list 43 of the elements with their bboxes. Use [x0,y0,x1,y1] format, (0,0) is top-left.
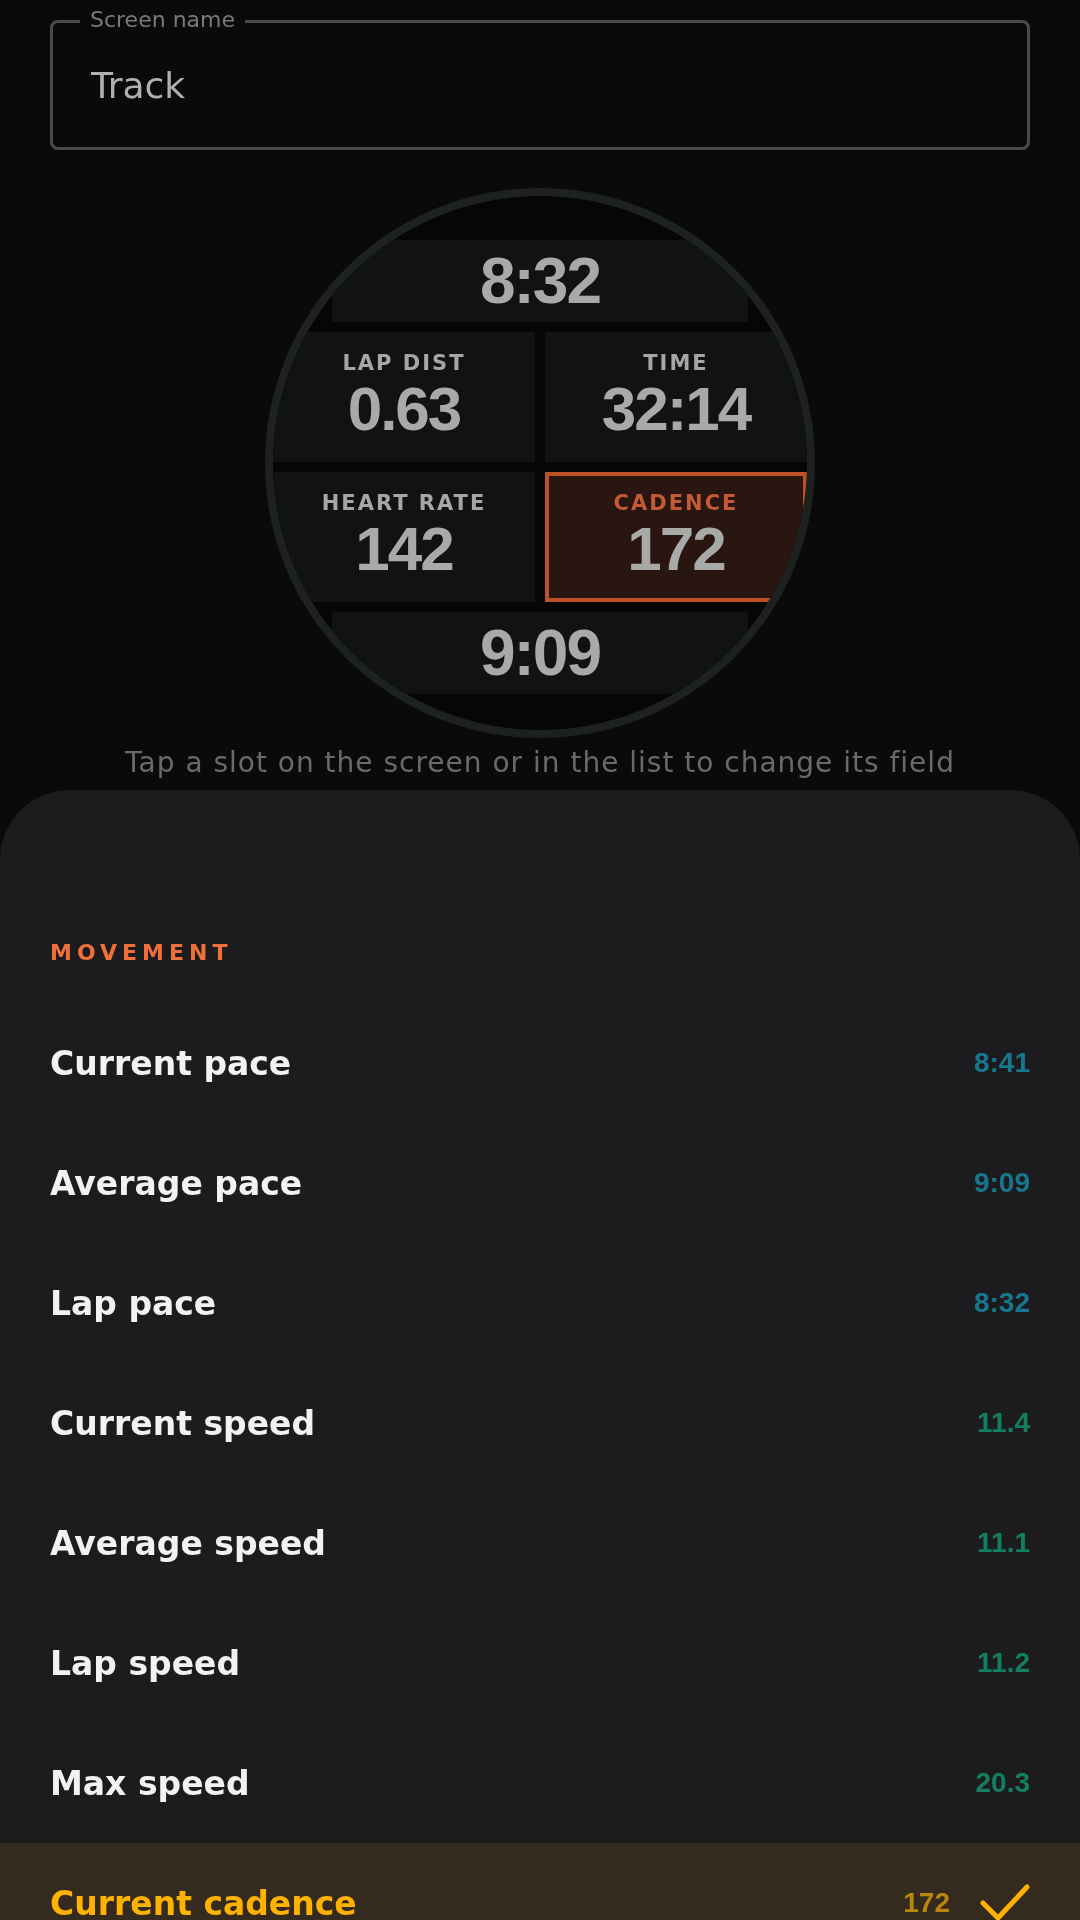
field-value: 11.2 [977,1647,1030,1679]
watch-slot[interactable]: 9:09 [331,612,749,694]
field-value: 8:32 [973,1287,1030,1319]
slot-value: 32:14 [601,374,751,444]
field-option[interactable]: Current pace 8:41 [0,1003,1080,1123]
field-option[interactable]: Average speed 11.1 [0,1483,1080,1603]
field-value: 11.4 [977,1407,1030,1439]
hint-text: Tap a slot on the screen or in the list to change its field [125,746,955,779]
field-name: Current cadence [50,1883,358,1920]
watch-slot[interactable]: CADENCE 172 [545,472,807,602]
watch-slot[interactable]: LAP DIST 0.63 [273,332,535,462]
field-value: 172 [903,1887,950,1919]
watch-slot[interactable]: 8:32 [331,240,749,322]
slot-label: HEART RATE [321,490,487,515]
field-name: Current speed [50,1403,317,1443]
field-value: 8:41 [973,1047,1030,1079]
slot-value: 0.63 [347,374,461,444]
slot-label: TIME [643,350,709,375]
field-value: 11.1 [977,1527,1030,1559]
field-option[interactable]: Current speed 11.4 [0,1363,1080,1483]
field-value: 20.3 [975,1767,1030,1799]
slot-value: 142 [355,514,453,584]
field-name: Average speed [50,1523,327,1563]
watch-slot[interactable]: TIME 32:14 [545,332,807,462]
field-name: Lap pace [50,1283,218,1323]
field-option[interactable]: Lap speed 11.2 [0,1603,1080,1723]
field-name: Current pace [50,1043,293,1083]
field-option[interactable]: Lap pace 8:32 [0,1243,1080,1363]
slot-label: LAP DIST [342,350,466,375]
slot-label: CADENCE [613,490,739,515]
field-name: Max speed [50,1763,251,1803]
field-value: 9:09 [973,1167,1030,1199]
field-option[interactable]: Current cadence 172 [0,1843,1080,1920]
field-name: Average pace [50,1163,304,1203]
field-option[interactable]: Max speed 20.3 [0,1723,1080,1843]
slot-value: 8:32 [479,245,601,317]
check-icon [980,1883,1030,1920]
section-heading: MOVEMENT [50,940,234,965]
watch-slot[interactable]: HEART RATE 142 [273,472,535,602]
slot-value: 9:09 [479,617,601,689]
field-option[interactable]: Average pace 9:09 [0,1123,1080,1243]
field-name: Lap speed [50,1643,242,1683]
slot-value: 172 [627,514,725,584]
